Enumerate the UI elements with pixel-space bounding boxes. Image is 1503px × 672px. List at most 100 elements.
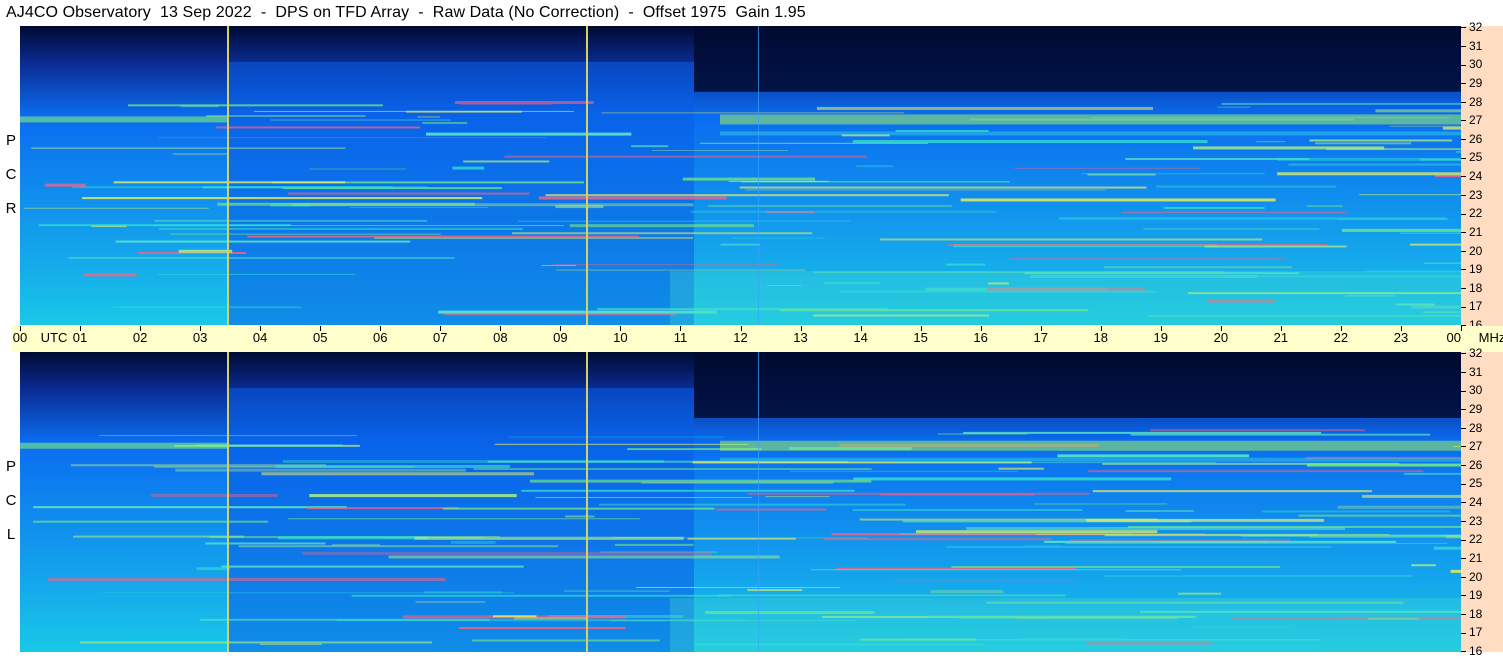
time-tick-label: 23: [1393, 330, 1409, 345]
interference-line: [641, 481, 834, 484]
interference-line: [545, 194, 949, 197]
interference-line: [270, 119, 451, 121]
interference-line: [1143, 228, 1320, 230]
polarization-letter: C: [5, 492, 17, 509]
interference-line: [157, 273, 356, 275]
frequency-tick-label: 32: [1461, 347, 1482, 359]
frequency-tick-label: 23: [1461, 189, 1482, 201]
interference-line: [1359, 194, 1461, 196]
interference-line: [1306, 205, 1343, 208]
interference-line: [511, 232, 813, 235]
interference-line: [1221, 102, 1461, 105]
band-27mhz: [20, 442, 227, 449]
interference-line: [1125, 509, 1195, 512]
interference-line: [682, 177, 816, 181]
interference-line: [966, 527, 1346, 531]
interference-line: [1178, 592, 1222, 595]
interference-line: [309, 494, 517, 498]
interference-vertical: [758, 26, 759, 325]
frequency-tick-label: 30: [1461, 384, 1482, 396]
frequency-tick-label: 16: [1461, 645, 1482, 657]
interference-line: [745, 189, 1106, 191]
interference-line: [115, 240, 411, 243]
interference-line: [880, 238, 1263, 241]
mhz-label: MHz: [1478, 330, 1503, 345]
interference-line: [172, 153, 229, 155]
interference-line: [259, 643, 322, 645]
interference-line: [460, 103, 553, 105]
time-tick-label: 03: [192, 330, 208, 345]
interference-line: [1262, 510, 1451, 513]
frequency-tick-label: 27: [1461, 440, 1482, 452]
time-tick-label: 16: [973, 330, 988, 345]
interference-line: [504, 155, 867, 158]
time-tick-label: 05: [312, 330, 328, 345]
interference-line: [1088, 470, 1424, 473]
interference-line: [33, 506, 347, 509]
interference-line: [170, 233, 441, 235]
interference-line: [816, 106, 1154, 110]
frequency-tick-label: 21: [1461, 226, 1482, 238]
time-tick-label: 07: [433, 330, 448, 345]
interference-line: [471, 639, 660, 642]
interference-line: [718, 594, 1066, 597]
time-tick: [1461, 326, 1462, 331]
interference-line: [852, 509, 1083, 512]
interference-vertical: [758, 352, 759, 652]
rcp-spectrogram[interactable]: [20, 26, 1461, 325]
interference-line: [196, 567, 230, 571]
frequency-tick-label: 29: [1461, 403, 1482, 415]
interference-line: [535, 497, 752, 499]
polarization-letter: P: [5, 132, 16, 149]
interference-line: [33, 520, 269, 523]
interference-line: [178, 249, 233, 253]
frequency-tick-label: 22: [1461, 533, 1482, 545]
interference-line: [765, 496, 830, 498]
frequency-tick-label: 19: [1461, 589, 1482, 601]
frequency-axis-bottom: 32 31 30 29 28 27 26 25 24 23 22 21 20 19 18 17 16: [1461, 347, 1503, 657]
interference-line: [946, 545, 1332, 548]
interference-line: [494, 443, 749, 445]
interference-line: [1081, 173, 1265, 175]
interference-line: [205, 542, 326, 545]
interference-line: [1150, 429, 1365, 432]
interference-line: [789, 470, 1018, 472]
interference-line: [951, 565, 1281, 568]
interference-line: [158, 227, 523, 230]
polarization-letter: P: [5, 458, 16, 475]
interference-line: [83, 273, 137, 277]
interference-line: [1306, 463, 1461, 467]
interference-line: [154, 219, 428, 222]
frequency-tick-label: 24: [1461, 170, 1482, 182]
interference-line: [728, 180, 829, 182]
interference-line: [614, 543, 694, 546]
quiet-band: [694, 352, 1461, 418]
interference-line: [157, 137, 547, 139]
interference-line: [998, 467, 1045, 470]
marker-line: [227, 352, 229, 652]
interference-line: [1309, 139, 1453, 142]
chart-title: AJ4CO Observatory 13 Sep 2022 - DPS on T…: [6, 4, 806, 21]
noise-region: [670, 598, 1461, 652]
interference-line: [277, 536, 428, 540]
interference-line: [1390, 125, 1461, 127]
interference-line: [1404, 472, 1461, 475]
interference-line: [221, 565, 524, 568]
polarization-label-top: P C R: [3, 124, 19, 226]
polarization-label-bottom: P C L: [3, 450, 19, 552]
interference-line: [1298, 514, 1461, 517]
interference-line: [423, 591, 503, 594]
time-tick-label: 00: [1446, 330, 1461, 345]
interference-line: [48, 578, 446, 582]
frequency-tick-label: 19: [1461, 263, 1482, 275]
interference-line: [202, 186, 393, 189]
interference-line: [852, 140, 1208, 144]
frequency-tick-label: 27: [1461, 114, 1482, 126]
time-tick-label: 12: [733, 330, 748, 345]
interference-line: [1256, 141, 1285, 143]
frequency-tick-label: 29: [1461, 77, 1482, 89]
time-tick-label: 20: [1213, 330, 1229, 345]
interference-line: [442, 507, 715, 510]
time-tick-label: 01: [72, 330, 88, 345]
lcp-spectrogram[interactable]: [20, 352, 1461, 652]
